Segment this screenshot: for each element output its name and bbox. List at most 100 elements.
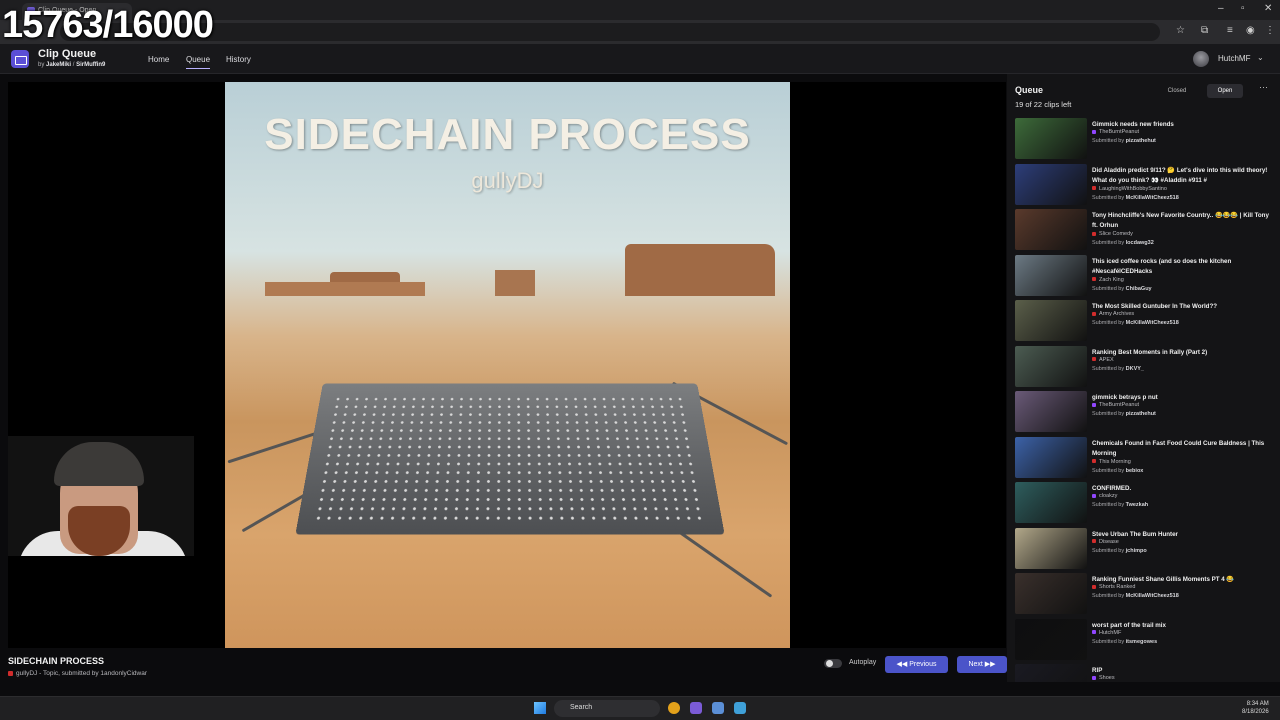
queue-item[interactable]: worst part of the trail mix HutchMF Submit… <box>1015 619 1275 663</box>
profile-icon[interactable]: ◉ <box>1246 25 1255 36</box>
queue-item-channel: Shorts Ranked <box>1092 583 1272 592</box>
queue-item-meta: TheBurntPeanut Submitted by pizzathehut <box>1092 401 1272 419</box>
queue-item-channel: Shoes <box>1092 674 1272 682</box>
queue-item-thumbnail[interactable] <box>1015 391 1087 432</box>
queue-item-thumbnail[interactable] <box>1015 573 1087 614</box>
nav-history[interactable]: History <box>226 55 251 64</box>
queue-item-channel-name: Slice Comedy <box>1099 231 1133 237</box>
queue-item[interactable]: Tony Hinchcliffe's New Favorite Country.… <box>1015 209 1275 253</box>
queue-item-submitter: Submitted by itsmegowes <box>1092 638 1272 647</box>
queue-item-channel-name: HutchMF <box>1099 630 1121 636</box>
user-avatar[interactable] <box>1193 51 1209 67</box>
minimize-icon[interactable]: – <box>1218 3 1224 14</box>
submitter-name: McKillaWitCheez518 <box>1126 593 1179 599</box>
queue-item-thumbnail[interactable] <box>1015 619 1087 660</box>
app-icon[interactable] <box>734 702 746 714</box>
queue-item-thumbnail[interactable] <box>1015 255 1087 296</box>
queue-item-thumbnail[interactable] <box>1015 209 1087 250</box>
queue-item-submitter: Submitted by Twezkah <box>1092 501 1272 510</box>
submitter-name: McKillaWitCheez518 <box>1126 195 1179 201</box>
queue-item-submitter: Submitted by McKillaWitCheez518 <box>1092 194 1272 203</box>
author-separator: / <box>73 62 75 68</box>
submitted-by-label: Submitted by <box>1092 411 1124 417</box>
queue-item[interactable]: CONFIRMED. cloakzy Submitted by Twezkah <box>1015 482 1275 526</box>
queue-open-button[interactable]: Open <box>1207 84 1243 98</box>
queue-item-channel: TheBurntPeanut <box>1092 401 1272 410</box>
rewind-icon: ◀◀ <box>897 661 910 668</box>
queue-item-title: Did Aladdin predict 9/11? 🤔 Let's dive i… <box>1092 166 1272 186</box>
platform-icon <box>1092 277 1096 281</box>
file-explorer-icon[interactable] <box>712 702 724 714</box>
current-clip-meta: gullyDJ - Topic, submitted by 1andonlyCi… <box>8 670 147 677</box>
queue-item-channel: HutchMF <box>1092 629 1272 638</box>
submitted-by-label: Submitted by <box>1092 366 1124 372</box>
queue-item-submitter: Submitted by bebiox <box>1092 467 1272 476</box>
queue-item-meta: This Morning Submitted by bebiox <box>1092 458 1272 476</box>
queue-item-meta: HutchMF Submitted by itsmegowes <box>1092 629 1272 647</box>
queue-item[interactable]: This iced coffee rocks (and so does the … <box>1015 255 1275 299</box>
queue-item[interactable]: Gimmick needs new friends TheBurntPeanut S… <box>1015 118 1275 162</box>
queue-item-channel-name: Shoes <box>1099 675 1115 681</box>
submitted-by-label: Submitted by <box>1092 286 1124 292</box>
author-link-2[interactable]: SirMuffin9 <box>76 62 105 68</box>
platform-icon <box>1092 585 1096 589</box>
platform-icon <box>1092 676 1096 680</box>
maximize-icon[interactable]: ▫ <box>1241 3 1245 14</box>
queue-item-title: Tony Hinchcliffe's New Favorite Country.… <box>1092 211 1272 231</box>
queue-item-channel-name: Zach King <box>1099 277 1124 283</box>
author-link-1[interactable]: JakeMiki <box>46 62 71 68</box>
media-icon[interactable]: ≡ <box>1227 25 1233 36</box>
autoplay-toggle[interactable] <box>824 659 842 668</box>
clip-queue-logo-icon[interactable] <box>11 50 29 68</box>
queue-item-thumbnail[interactable] <box>1015 437 1087 478</box>
close-icon[interactable]: ✕ <box>1264 3 1272 14</box>
submitted-by-label: Submitted by <box>1092 240 1124 246</box>
counter-overlay: 15763/16000 <box>2 4 213 47</box>
queue-item[interactable]: Chemicals Found in Fast Food Could Cure … <box>1015 437 1275 481</box>
submitted-by-label: Submitted by <box>1092 320 1124 326</box>
nav-queue[interactable]: Queue <box>186 55 210 69</box>
mixing-console-shape <box>295 384 724 535</box>
queue-item[interactable]: Ranking Funniest Shane Gillis Moments PT… <box>1015 573 1275 617</box>
queue-closed-button[interactable]: Closed <box>1161 84 1193 98</box>
console-knobs <box>313 395 707 519</box>
submitter-name: Twezkah <box>1126 502 1149 508</box>
queue-item-channel: Zach King <box>1092 276 1272 285</box>
address-bar[interactable] <box>60 23 1160 41</box>
chrome-icon[interactable] <box>668 702 680 714</box>
taskbar: Search 8:34 AM 8/18/2026 <box>0 696 1280 720</box>
queue-item[interactable]: Steve Urban The Bum Hunter Disease Submitt… <box>1015 528 1275 572</box>
queue-item[interactable]: The Most Skilled Guntuber In The World??… <box>1015 300 1275 344</box>
next-button[interactable]: Next ▶▶ <box>957 656 1007 673</box>
nav-home[interactable]: Home <box>148 55 169 64</box>
queue-item-thumbnail[interactable] <box>1015 164 1087 205</box>
queue-item-thumbnail[interactable] <box>1015 482 1087 523</box>
windows-start-icon[interactable] <box>534 702 546 714</box>
platform-icon <box>1092 357 1096 361</box>
queue-item[interactable]: Did Aladdin predict 9/11? 🤔 Let's dive i… <box>1015 164 1275 208</box>
queue-item-thumbnail[interactable] <box>1015 118 1087 159</box>
browser-menu-icon[interactable]: ⋮ <box>1265 25 1275 36</box>
chevron-down-icon[interactable]: ⌄ <box>1257 53 1264 62</box>
queue-item-thumbnail[interactable] <box>1015 346 1087 387</box>
queue-item[interactable]: Ranking Best Moments in Rally (Part 2) AP… <box>1015 346 1275 390</box>
mesa-shape <box>625 244 775 296</box>
queue-item-thumbnail[interactable] <box>1015 664 1087 682</box>
taskbar-clock[interactable]: 8:34 AM 8/18/2026 <box>1242 700 1269 716</box>
queue-item[interactable]: gimmick betrays p nut TheBurntPeanut Submi… <box>1015 391 1275 435</box>
discord-icon[interactable] <box>690 702 702 714</box>
queue-item[interactable]: RIPShoesSubmitted by <box>1015 664 1275 682</box>
queue-item-submitter: Submitted by ChibaGuy <box>1092 285 1272 294</box>
previous-button[interactable]: ◀◀ Previous <box>885 656 948 673</box>
submitted-by-label: Submitted by <box>1092 138 1124 144</box>
video-player[interactable]: SIDECHAIN PROCESS gullyDJ <box>8 82 1006 648</box>
queue-item-thumbnail[interactable] <box>1015 528 1087 569</box>
platform-icon <box>1092 232 1096 236</box>
more-options-icon[interactable]: ⋯ <box>1259 82 1268 93</box>
platform-icon <box>1092 459 1096 463</box>
user-name[interactable]: HutchMF <box>1218 54 1250 63</box>
extensions-icon[interactable]: ⧉ <box>1201 25 1208 36</box>
queue-item-thumbnail[interactable] <box>1015 300 1087 341</box>
bookmark-star-icon[interactable]: ☆ <box>1176 25 1185 36</box>
taskbar-search[interactable]: Search <box>554 700 660 717</box>
